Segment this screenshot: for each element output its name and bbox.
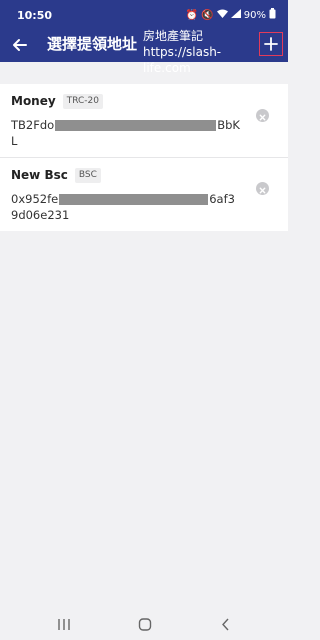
address-name: Money [11, 94, 56, 108]
address-value: 0x952fe 6af3 9d06e231 [11, 191, 247, 223]
address-tail: 9d06e231 [11, 208, 70, 222]
home-icon [138, 618, 152, 631]
watermark-line-1: 房地產筆記 [143, 29, 204, 43]
wifi-icon [216, 9, 228, 22]
status-bar: 10:50 ⏰ 🔇 90% [0, 0, 288, 28]
address-suffix: BbK [217, 118, 240, 132]
signal-icon [230, 9, 241, 22]
battery-icon [269, 8, 276, 23]
address-prefix: TB2Fdo [11, 118, 55, 132]
address-value: TB2Fdo BbK L [11, 117, 247, 149]
address-item-money[interactable]: Money TRC-20 TB2Fdo BbK L [0, 84, 288, 157]
redaction-bar [59, 193, 209, 205]
chevron-left-icon [222, 618, 229, 631]
page-title: 選擇提領地址 [47, 35, 138, 53]
watermark-line-2: https://slash-life.com [143, 45, 222, 75]
address-suffix: 6af3 [209, 192, 235, 206]
clear-circle-icon [259, 114, 266, 121]
status-icons: ⏰ 🔇 90% [186, 8, 276, 23]
network-badge: TRC-20 [62, 93, 103, 109]
address-prefix: 0x952fe [11, 192, 59, 206]
clear-circle-icon [259, 187, 266, 194]
address-name: New Bsc [11, 168, 68, 182]
alarm-icon: ⏰ [185, 9, 199, 21]
address-list: Money TRC-20 TB2Fdo BbK L New Bsc BSC 0x… [0, 84, 288, 231]
recent-apps-button[interactable] [57, 616, 71, 635]
add-address-button[interactable] [259, 32, 283, 56]
back-button[interactable] [9, 34, 31, 56]
app-header: 選擇提領地址 房地產筆記 https://slash-life.com [0, 28, 288, 75]
recent-apps-icon [58, 619, 70, 630]
arrow-left-icon [13, 39, 27, 51]
battery-percent: 90% [243, 10, 266, 21]
redaction-bar [55, 119, 217, 131]
address-tail: L [11, 134, 18, 148]
network-badge: BSC [74, 167, 101, 183]
home-button[interactable] [138, 616, 152, 635]
remove-address-button[interactable] [256, 182, 269, 195]
mute-icon: 🔇 [201, 9, 214, 21]
watermark: 房地產筆記 https://slash-life.com [143, 28, 265, 76]
status-time: 10:50 [17, 9, 53, 22]
plus-icon [264, 37, 278, 51]
back-nav-button[interactable] [220, 616, 232, 635]
address-item-new-bsc[interactable]: New Bsc BSC 0x952fe 6af3 9d06e231 [0, 157, 288, 231]
system-nav-bar [0, 606, 288, 640]
remove-address-button[interactable] [256, 109, 269, 122]
